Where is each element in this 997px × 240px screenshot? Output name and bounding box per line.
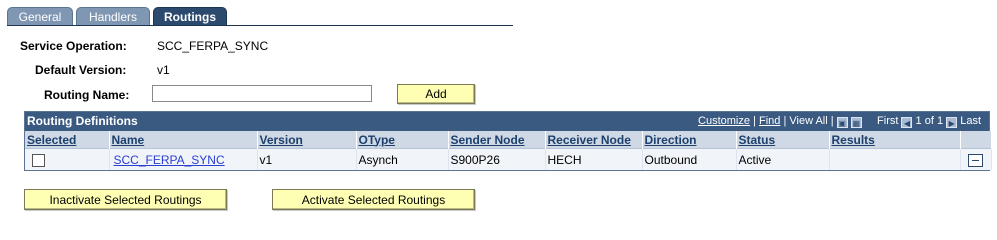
service-operation-value: SCC_FERPA_SYNC [157,39,269,53]
table-header-row: Selected Name Version OType Sender Node … [25,131,992,149]
grid-navigation: Customize | Find | View All | ▣ ▦ First … [698,115,981,128]
add-button[interactable]: Add [397,84,475,104]
table-row: SCC_FERPA_SYNC v1 Asynch S900P26 HECH Ou… [25,148,992,170]
inactivate-selected-button[interactable]: Inactivate Selected Routings [24,189,227,210]
default-version-value: v1 [157,63,170,77]
col-version[interactable]: Version [257,131,357,149]
col-actions [960,131,992,149]
grid-header: Routing Definitions Customize | Find | V… [25,112,989,131]
last-label[interactable]: Last [960,115,981,127]
row-range: 1 of 1 [915,115,944,127]
routing-name-label: Routing Name: [44,88,130,102]
spreadsheet-icon[interactable]: ▦ [850,117,862,128]
grid-title: Routing Definitions [27,114,138,128]
col-results[interactable]: Results [829,131,961,149]
tab-general[interactable]: General [7,7,73,25]
col-sender-node[interactable]: Sender Node [448,131,546,149]
row-select-cell [25,148,110,170]
routings-table: Selected Name Version OType Sender Node … [25,131,992,170]
col-otype[interactable]: OType [356,131,449,149]
row-sender-node: S900P26 [448,148,546,170]
row-actions [960,148,992,170]
col-name[interactable]: Name [109,131,258,149]
row-name-cell: SCC_FERPA_SYNC [109,148,258,170]
col-selected[interactable]: Selected [25,131,110,149]
download-icon[interactable]: ▣ [836,117,848,128]
customize-link[interactable]: Customize [698,115,750,127]
row-select-checkbox[interactable] [32,153,45,167]
row-receiver-node: HECH [545,148,643,170]
last-arrow-icon[interactable]: ▶ [946,117,958,128]
tab-divider [7,25,513,26]
col-direction[interactable]: Direction [642,131,737,149]
tab-routings[interactable]: Routings [153,7,227,25]
activate-selected-button[interactable]: Activate Selected Routings [272,189,475,210]
first-label[interactable]: First [877,115,898,127]
routing-name-link[interactable]: SCC_FERPA_SYNC [114,153,225,167]
routing-definitions-grid: Routing Definitions Customize | Find | V… [24,111,992,171]
col-status[interactable]: Status [736,131,830,149]
col-receiver-node[interactable]: Receiver Node [545,131,643,149]
find-link[interactable]: Find [759,115,780,127]
tab-handlers[interactable]: Handlers [76,7,150,25]
default-version-label: Default Version: [35,63,127,77]
row-status: Active [736,148,830,170]
row-otype: Asynch [356,148,449,170]
first-arrow-icon[interactable]: ◀ [901,117,913,128]
routing-name-input[interactable] [152,85,372,102]
view-all-link[interactable]: View All [789,115,827,127]
row-results [829,148,961,170]
row-version: v1 [257,148,357,170]
service-operation-label: Service Operation: [20,39,127,53]
delete-row-icon[interactable] [968,153,983,167]
row-direction: Outbound [642,148,737,170]
